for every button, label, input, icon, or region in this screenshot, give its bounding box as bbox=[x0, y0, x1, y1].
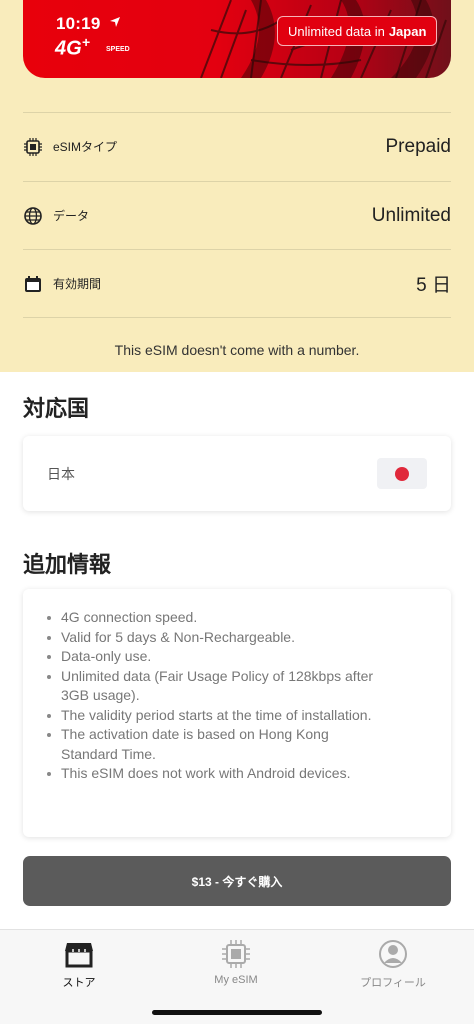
no-number-note: This eSIM doesn't come with a number. bbox=[114, 342, 360, 358]
additional-info-list: 4G connection speed. Valid for 5 days & … bbox=[45, 608, 451, 784]
buy-now-button[interactable]: $13 - 今すぐ購入 bbox=[23, 856, 451, 906]
tab-store[interactable]: ストア bbox=[9, 938, 149, 990]
list-item: 4G connection speed. bbox=[45, 608, 385, 628]
data-row: データ Unlimited bbox=[23, 181, 451, 249]
esim-type-value: Prepaid bbox=[385, 135, 452, 157]
tag-text: Unlimited data in bbox=[288, 23, 385, 39]
esim-type-label: eSIMタイプ bbox=[53, 140, 118, 154]
list-item: Valid for 5 days & Non-Rechargeable. bbox=[45, 628, 385, 648]
esim-details-panel: 10:19 4G+ SPEED Unlimited data in Japan e… bbox=[0, 0, 474, 372]
japan-flag-icon bbox=[377, 458, 427, 489]
globe-icon bbox=[23, 206, 43, 226]
profile-icon bbox=[323, 938, 463, 970]
4g-logo: 4G+ bbox=[55, 34, 90, 61]
esim-type-row: eSIMタイプ Prepaid bbox=[23, 112, 451, 180]
list-item: Unlimited data (Fair Usage Policy of 128… bbox=[45, 667, 385, 706]
data-value: Unlimited bbox=[371, 204, 451, 226]
tab-my-esim[interactable]: My eSIM bbox=[166, 938, 306, 986]
tab-profile-label: プロフィール bbox=[360, 977, 426, 989]
store-icon bbox=[9, 938, 149, 970]
sim-chip-icon bbox=[166, 938, 306, 970]
tab-my-esim-label: My eSIM bbox=[214, 974, 258, 986]
supported-countries-title: 対応国 bbox=[23, 396, 90, 421]
4g-logo-speed: SPEED bbox=[106, 46, 130, 53]
status-time: 10:19 bbox=[56, 14, 101, 33]
tab-store-label: ストア bbox=[62, 977, 96, 989]
validity-value: 5 日 bbox=[416, 275, 451, 296]
additional-info-card: 4G connection speed. Valid for 5 days & … bbox=[23, 589, 451, 837]
validity-label: 有効期間 bbox=[53, 277, 102, 291]
location-arrow-icon bbox=[110, 17, 120, 27]
home-indicator bbox=[152, 1010, 322, 1015]
additional-info-title: 追加情報 bbox=[23, 552, 112, 577]
unlimited-data-tag: Unlimited data in Japan bbox=[277, 16, 438, 46]
validity-row: 有効期間 5 日 bbox=[23, 249, 451, 317]
tab-profile[interactable]: プロフィール bbox=[323, 938, 463, 990]
list-item: Data-only use. bbox=[45, 647, 385, 667]
list-item: The validity period starts at the time o… bbox=[45, 706, 385, 726]
tag-country: Japan bbox=[388, 23, 427, 39]
chip-icon bbox=[23, 137, 43, 157]
calendar-icon bbox=[23, 274, 43, 294]
divider bbox=[23, 317, 451, 318]
country-name: 日本 bbox=[47, 465, 75, 482]
4g-logo-plus: + bbox=[81, 34, 90, 50]
data-label: データ bbox=[53, 209, 90, 223]
esim-card-banner: 10:19 4G+ SPEED Unlimited data in Japan bbox=[23, 0, 451, 78]
list-item: This eSIM does not work with Android dev… bbox=[45, 764, 385, 784]
list-item: The activation date is based on Hong Kon… bbox=[45, 725, 385, 764]
country-card[interactable]: 日本 bbox=[23, 436, 451, 511]
4g-logo-text: 4G bbox=[55, 37, 82, 60]
